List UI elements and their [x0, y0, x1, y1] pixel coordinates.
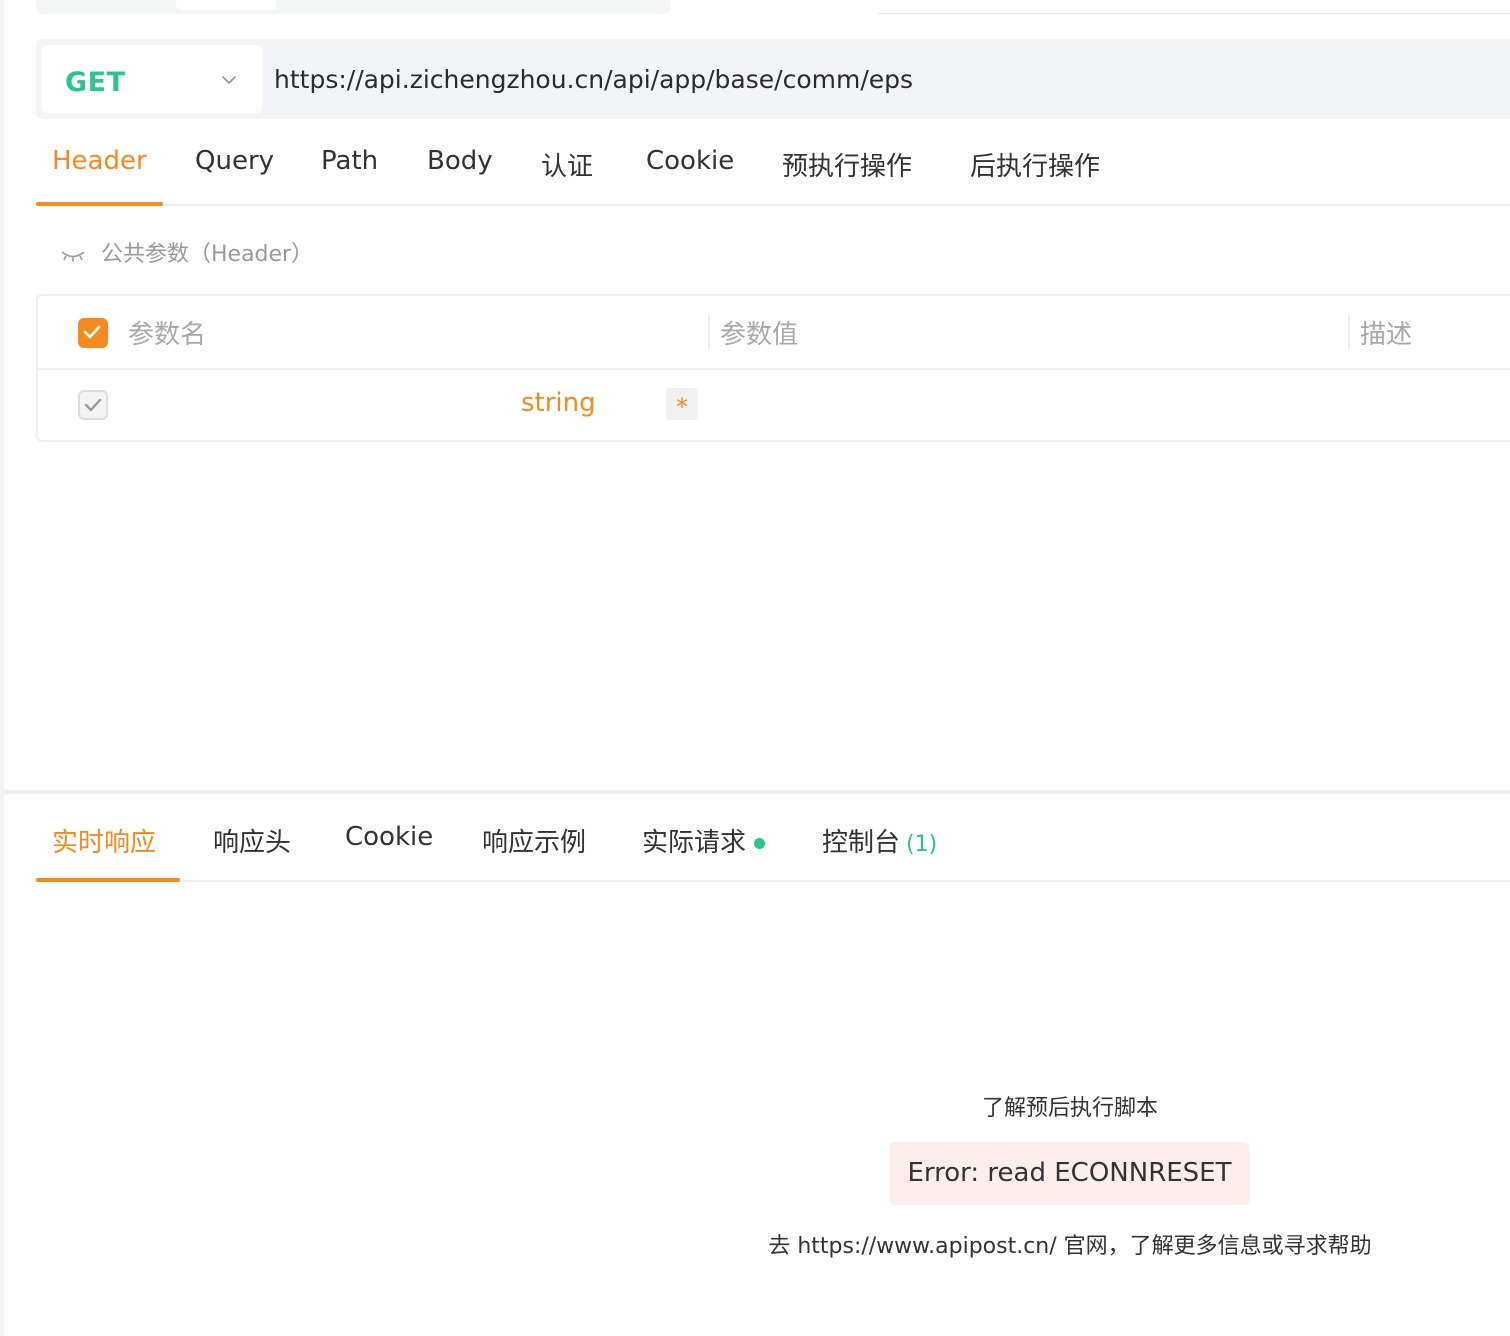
tab-cookie[interactable]: Cookie	[646, 146, 734, 176]
tab-response-cookie[interactable]: Cookie	[345, 822, 433, 852]
public-params-toggle[interactable]: 公共参数（Header）	[60, 236, 314, 267]
required-badge[interactable]: *	[666, 388, 698, 421]
checkmark-icon	[83, 325, 101, 339]
param-type: string	[521, 388, 596, 418]
tab-actual-request-label: 实际请求	[642, 828, 747, 858]
param-table: 参数名 参数值 描述 string *	[36, 294, 1510, 442]
console-count-badge: (1)	[906, 832, 938, 857]
column-header-description: 描述	[1360, 320, 1413, 350]
method-label: GET	[65, 67, 126, 98]
api-request-editor: GET Header Query Path Body 认证 Cookie 预执行…	[0, 0, 1510, 1336]
tab-actual-request[interactable]: 实际请求	[642, 822, 766, 859]
tab-path[interactable]: Path	[321, 146, 378, 176]
checkmark-icon	[84, 398, 102, 412]
tabs-divider	[36, 880, 1510, 882]
tab-response-example[interactable]: 响应示例	[482, 822, 586, 859]
tab-console-label: 控制台	[822, 828, 901, 858]
column-header-value: 参数值	[720, 320, 799, 350]
public-params-label: 公共参数（Header）	[101, 242, 314, 267]
tab-body[interactable]: Body	[427, 146, 493, 176]
url-bar: GET	[36, 39, 1510, 119]
top-divider	[878, 13, 1510, 14]
column-divider[interactable]	[708, 314, 710, 350]
tab-post-script[interactable]: 后执行操作	[970, 146, 1100, 183]
top-tab-active[interactable]	[176, 0, 276, 10]
chevron-down-icon	[222, 76, 236, 84]
script-help-link[interactable]: 了解预后执行脚本	[0, 1090, 1510, 1122]
row-divider	[38, 368, 1510, 370]
tab-live-response[interactable]: 实时响应	[52, 822, 156, 859]
tab-response-headers[interactable]: 响应头	[213, 822, 291, 859]
top-tab-strip	[36, 0, 670, 14]
tab-console[interactable]: 控制台 (1)	[822, 822, 937, 859]
tab-header[interactable]: Header	[52, 146, 147, 176]
row-checkbox[interactable]	[78, 390, 108, 420]
active-tab-indicator	[36, 202, 163, 206]
tabs-divider	[36, 204, 1510, 206]
column-header-name: 参数名	[128, 320, 207, 350]
active-tab-indicator	[36, 878, 180, 882]
method-select[interactable]: GET	[42, 45, 262, 113]
response-tabs: 实时响应 响应头 Cookie 响应示例 实际请求 控制台 (1)	[36, 794, 1510, 882]
column-divider[interactable]	[1348, 314, 1350, 350]
tab-auth[interactable]: 认证	[541, 146, 593, 183]
url-input[interactable]	[274, 59, 1494, 99]
request-tabs: Header Query Path Body 认证 Cookie 预执行操作 后…	[36, 118, 1510, 206]
help-text: 去 https://www.apipost.cn/ 官网，了解更多信息或寻求帮助	[768, 1234, 1372, 1259]
select-all-checkbox[interactable]	[78, 318, 108, 348]
error-message: Error: read ECONNRESET	[889, 1142, 1250, 1205]
status-dot	[754, 838, 766, 849]
tab-query[interactable]: Query	[195, 146, 274, 176]
left-border	[0, 0, 4, 1336]
tab-pre-script[interactable]: 预执行操作	[782, 146, 912, 183]
eye-closed-icon	[61, 251, 85, 262]
